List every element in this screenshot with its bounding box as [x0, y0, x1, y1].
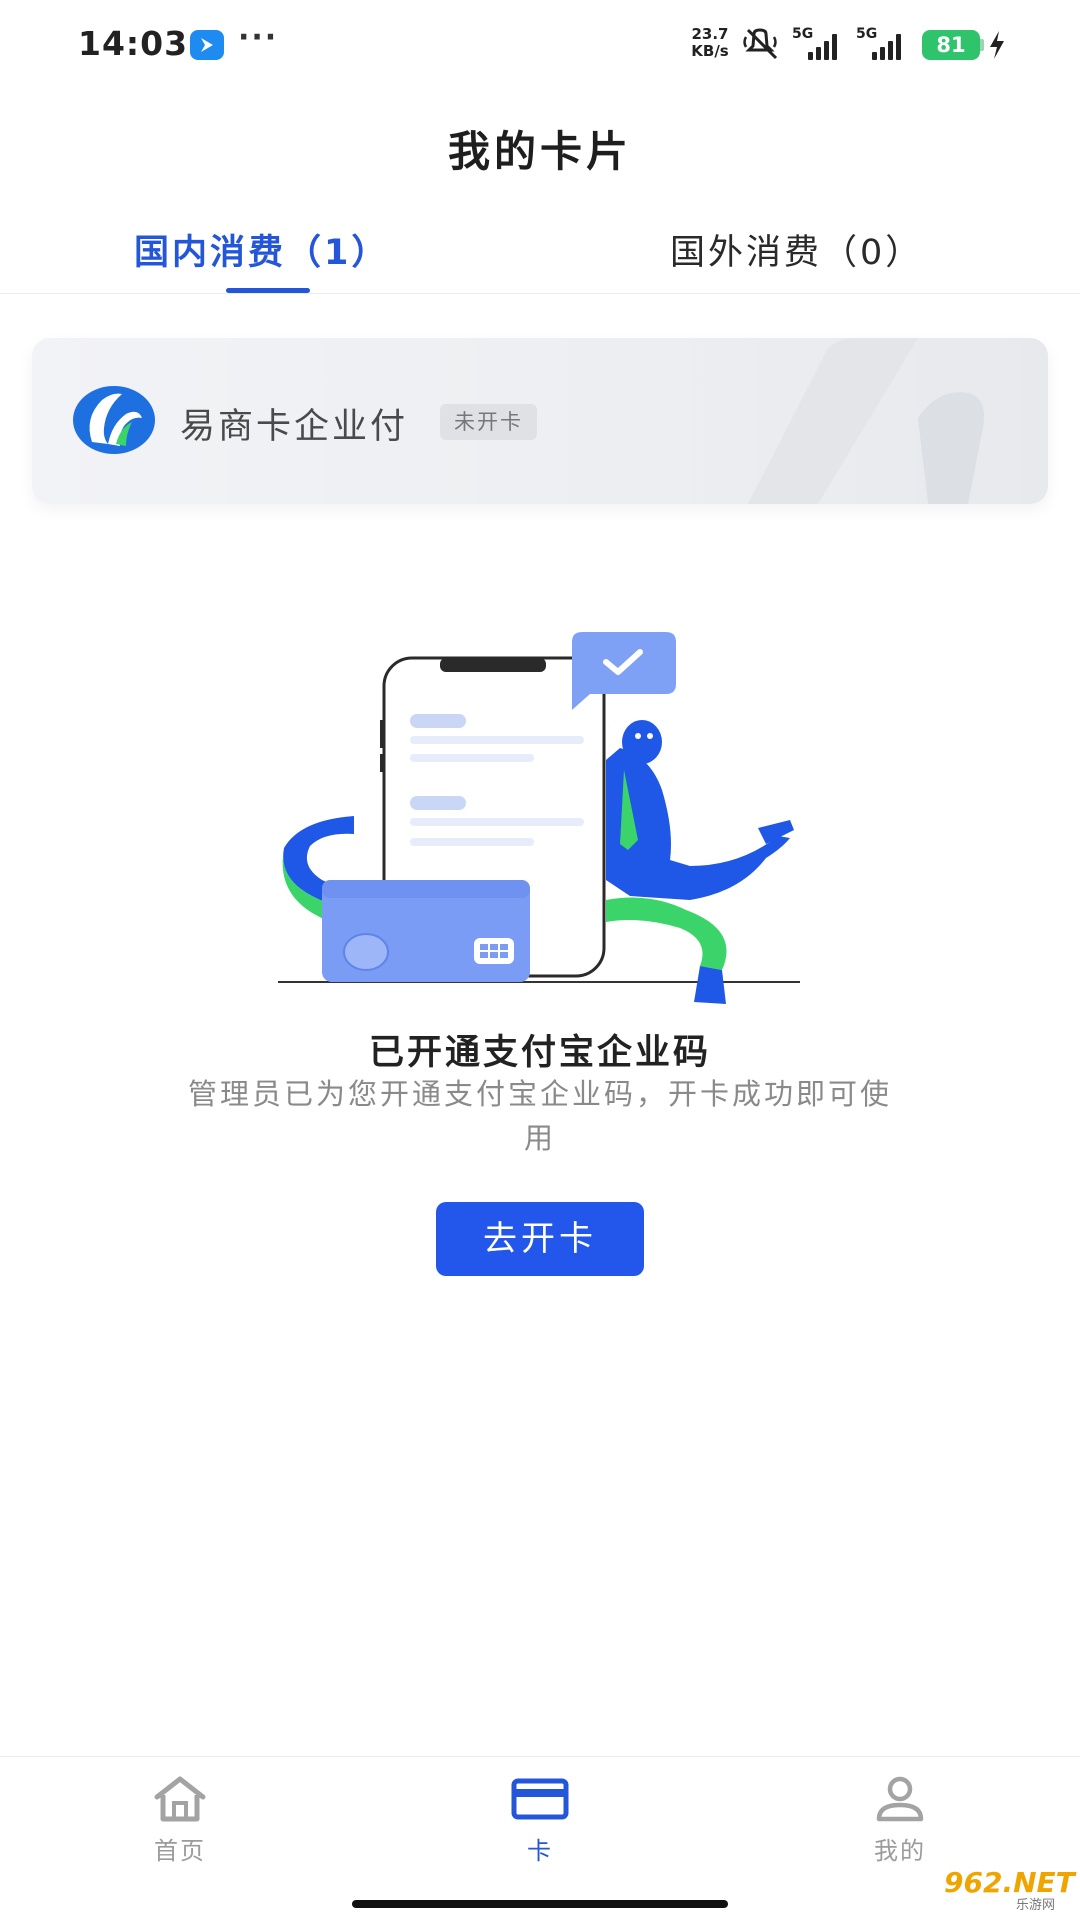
ribbon-right-green	[606, 897, 727, 970]
battery-level: 81	[936, 33, 966, 57]
empty-state-title: 已开通支付宝企业码	[368, 1033, 711, 1073]
battery-icon: 81	[922, 30, 980, 60]
status-bar: 14:03 ··· 23.7 KB/s 5G 5G 81	[0, 0, 1080, 92]
charging-icon	[988, 30, 1006, 64]
ribbon-right-blue	[694, 966, 726, 1004]
watermark: 962.NET 乐游网	[938, 1866, 1075, 1913]
empty-state-illustration	[278, 632, 800, 1004]
empty-state-description: 管理员已为您开通支付宝企业码，开卡成功即可使用	[187, 1077, 892, 1155]
nav-label-mine: 我的	[874, 1837, 926, 1865]
nav-label-card: 卡	[527, 1837, 553, 1865]
tab-foreign[interactable]: 国外消费（0）	[670, 224, 923, 275]
watermark-sub: 乐游网	[1016, 1898, 1056, 1913]
tab-domestic[interactable]: 国内消费（1）	[134, 224, 389, 275]
enterprise-card[interactable]: 易商卡企业付 未开卡	[32, 338, 1048, 504]
phone-line	[410, 714, 466, 728]
card-decoration	[748, 338, 984, 504]
nav-label-home: 首页	[154, 1837, 206, 1865]
user-icon	[876, 1776, 924, 1822]
network-speed: 23.7 KB/s	[686, 26, 734, 60]
network-speed-value: 23.7	[691, 25, 729, 43]
open-card-button[interactable]: 去开卡	[436, 1202, 644, 1276]
card-name: 易商卡企业付	[180, 407, 409, 447]
card-status-badge: 未开卡	[440, 404, 537, 440]
page-title: 我的卡片	[447, 127, 632, 176]
watermark-main: 962.NET	[944, 1866, 1075, 1899]
nav-item-mine[interactable]: 我的	[820, 1775, 980, 1866]
person-head	[622, 720, 662, 764]
card-logo-icon	[73, 386, 155, 454]
home-indicator-bar[interactable]	[352, 1900, 728, 1908]
card-icon	[511, 1778, 569, 1820]
app-notification-icon	[190, 30, 224, 60]
tab-bar: 国内消费（1） 国外消费（0）	[0, 214, 1080, 294]
tab-active-indicator	[226, 288, 310, 293]
nav-item-card[interactable]: 卡	[460, 1775, 620, 1866]
bottom-nav: 首页 卡 我的	[0, 1756, 1080, 1920]
phone-notch	[440, 658, 546, 672]
home-icon	[154, 1776, 206, 1822]
nav-item-home[interactable]: 首页	[100, 1775, 260, 1866]
battery-cap	[980, 39, 984, 51]
more-notifications-icon: ···	[238, 20, 279, 55]
mute-icon	[742, 28, 784, 64]
network-speed-unit: KB/s	[691, 42, 729, 60]
status-time: 14:03	[78, 24, 189, 63]
